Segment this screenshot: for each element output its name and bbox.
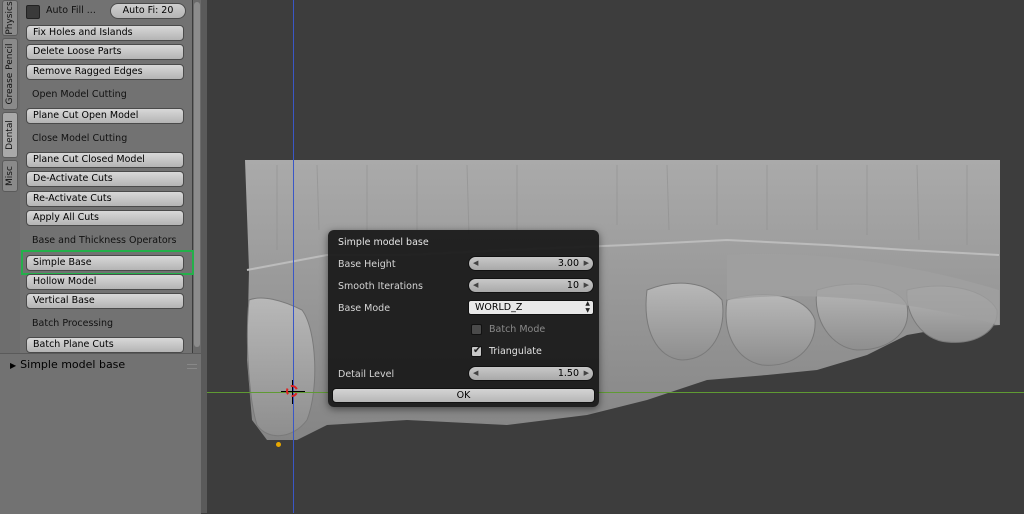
up-down-arrows-icon: ▲ ▼ xyxy=(585,300,590,314)
expand-arrow-icon: ▶ xyxy=(10,361,17,370)
auto-fill-number-field[interactable]: Auto Fi: 20 xyxy=(110,3,186,19)
base-mode-label: Base Mode xyxy=(338,303,391,314)
decrement-arrow-icon[interactable]: ◀ xyxy=(473,257,478,270)
vertical-tab-strip: Physics Grease Pencil Dental Misc xyxy=(0,0,21,353)
auto-fill-checkbox[interactable] xyxy=(26,5,40,19)
detail-level-value: 1.50 xyxy=(557,368,579,379)
object-origin-icon xyxy=(276,442,281,447)
grip-icon[interactable] xyxy=(187,364,197,369)
plane-cut-closed-model-button[interactable]: Plane Cut Closed Model xyxy=(26,152,184,168)
z-axis-line xyxy=(293,0,294,513)
deactivate-cuts-button[interactable]: De-Activate Cuts xyxy=(26,171,184,187)
3d-cursor-icon[interactable] xyxy=(281,380,305,404)
ok-button[interactable]: OK xyxy=(332,388,595,403)
vertical-base-button[interactable]: Vertical Base xyxy=(26,293,184,309)
reactivate-cuts-button[interactable]: Re-Activate Cuts xyxy=(26,191,184,207)
section-label-base-thickness: Base and Thickness Operators xyxy=(32,235,177,246)
remove-ragged-edges-button[interactable]: Remove Ragged Edges xyxy=(26,64,184,80)
section-label-close-model-cutting: Close Model Cutting xyxy=(32,133,128,144)
base-height-value: 3.00 xyxy=(557,258,579,269)
batch-mode-label: Batch Mode xyxy=(489,324,546,335)
detail-level-field[interactable]: ◀ 1.50 ▶ xyxy=(468,366,594,381)
simple-model-base-dialog: Simple model base Base Height ◀ 3.00 ▶ S… xyxy=(328,230,599,407)
section-label-open-model-cutting: Open Model Cutting xyxy=(32,89,127,100)
fix-holes-button[interactable]: Fix Holes and Islands xyxy=(26,25,184,41)
tab-label: Physics xyxy=(5,1,15,35)
delete-loose-parts-button[interactable]: Delete Loose Parts xyxy=(26,44,184,60)
smooth-iterations-field[interactable]: ◀ 10 ▶ xyxy=(468,278,594,293)
decrement-arrow-icon[interactable]: ◀ xyxy=(473,279,478,292)
hollow-model-button[interactable]: Hollow Model xyxy=(26,274,184,290)
auto-fill-label: Auto Fill ... xyxy=(46,5,96,16)
increment-arrow-icon[interactable]: ▶ xyxy=(584,367,589,380)
increment-arrow-icon[interactable]: ▶ xyxy=(584,279,589,292)
tab-dental[interactable]: Dental xyxy=(2,112,18,158)
base-mode-select[interactable]: WORLD_Z ▲ ▼ xyxy=(468,300,594,315)
operator-panel-title: Simple model base xyxy=(20,358,126,371)
tab-label: Misc xyxy=(5,166,15,186)
base-height-field[interactable]: ◀ 3.00 ▶ xyxy=(468,256,594,271)
tab-physics[interactable]: Physics xyxy=(2,0,18,36)
apply-all-cuts-button[interactable]: Apply All Cuts xyxy=(26,210,184,226)
tab-label: Grease Pencil xyxy=(5,43,15,105)
dialog-title: Simple model base xyxy=(338,237,429,248)
smooth-iterations-value: 10 xyxy=(566,280,579,291)
smooth-iterations-label: Smooth Iterations xyxy=(338,281,423,292)
detail-level-label: Detail Level xyxy=(338,369,395,380)
batch-mode-checkbox[interactable] xyxy=(471,324,482,335)
operator-panel-header[interactable]: ▶ Simple model base xyxy=(10,358,125,371)
triangulate-label: Triangulate xyxy=(489,346,542,357)
increment-arrow-icon[interactable]: ▶ xyxy=(584,257,589,270)
tab-label: Dental xyxy=(5,120,15,150)
cursor-ring xyxy=(286,385,298,397)
tab-misc[interactable]: Misc xyxy=(2,160,18,192)
section-label-batch-processing: Batch Processing xyxy=(32,318,114,329)
panel-scrollbar[interactable] xyxy=(193,0,201,353)
plane-cut-open-model-button[interactable]: Plane Cut Open Model xyxy=(26,108,184,124)
decrement-arrow-icon[interactable]: ◀ xyxy=(473,367,478,380)
base-mode-value: WORLD_Z xyxy=(475,302,523,313)
scrollbar-thumb[interactable] xyxy=(194,2,200,347)
batch-plane-cuts-button[interactable]: Batch Plane Cuts xyxy=(26,337,184,353)
checkmark-icon: ✔ xyxy=(473,345,482,356)
auto-fill-row: Auto Fill ... Auto Fi: 20 xyxy=(26,2,186,20)
operator-redo-panel: ▶ Simple model base xyxy=(0,353,201,514)
simple-base-button[interactable]: Simple Base xyxy=(26,255,184,271)
triangulate-checkbox[interactable]: ✔ xyxy=(471,345,482,357)
base-height-label: Base Height xyxy=(338,259,396,270)
tab-grease-pencil[interactable]: Grease Pencil xyxy=(2,38,18,110)
